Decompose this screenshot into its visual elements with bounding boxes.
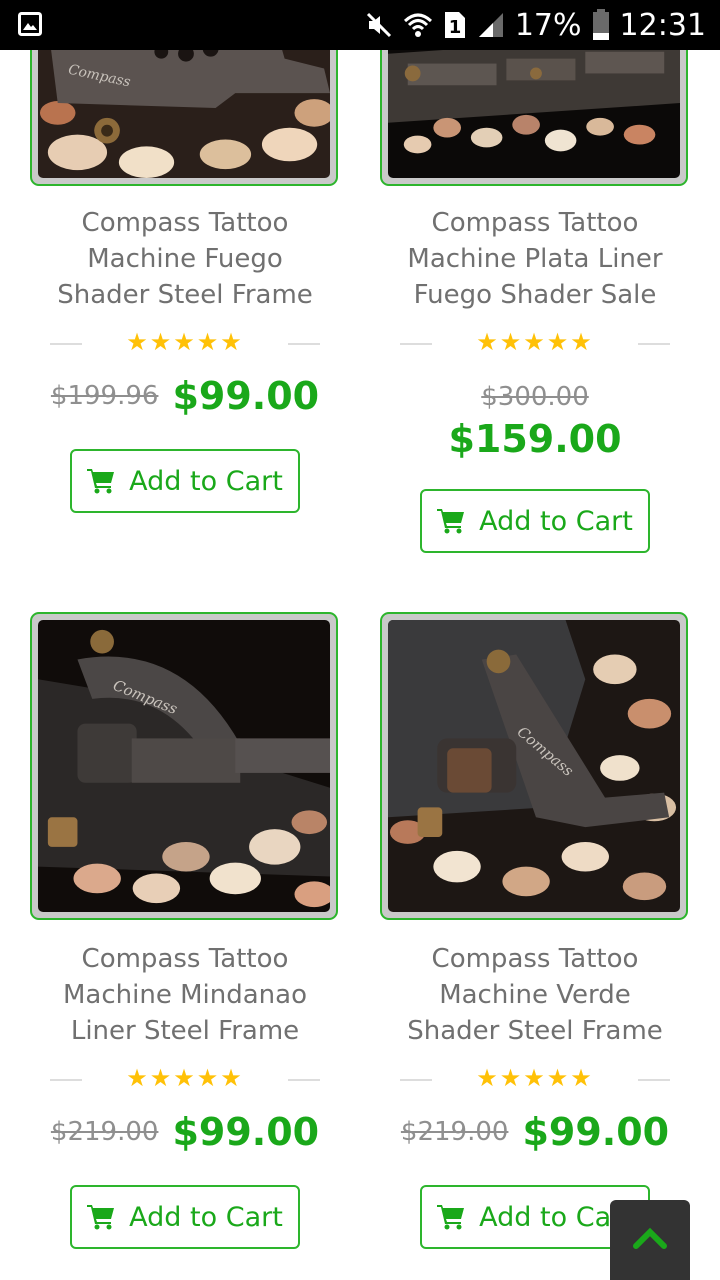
sale-price: $99.00: [522, 1110, 670, 1154]
add-to-cart-label: Add to Cart: [129, 465, 283, 497]
add-to-cart-button[interactable]: Add to Cart: [70, 449, 300, 513]
cart-icon: [87, 1204, 115, 1230]
product-card: Compass Compass Tattoo Machine Mindanao …: [30, 612, 340, 1272]
signal-icon: [477, 11, 505, 39]
star-rating: ★★★★★: [126, 328, 244, 356]
back-to-top-button[interactable]: [610, 1200, 690, 1280]
sim-icon: 1: [443, 10, 467, 40]
add-to-cart-button[interactable]: Add to Cart: [420, 489, 650, 553]
old-price: $199.96: [50, 381, 159, 411]
product-title[interactable]: Compass Tattoo Machine Fuego Shader Stee…: [30, 205, 340, 313]
gallery-icon: [18, 12, 42, 36]
product-card: Compass Compass Tattoo Machine Verde Sha…: [380, 612, 690, 1272]
rating: ★★★★★: [380, 1064, 690, 1094]
divider: [638, 1079, 670, 1081]
clock: 12:31: [619, 7, 706, 43]
product-title[interactable]: Compass Tattoo Machine Plata Liner Fuego…: [380, 205, 690, 313]
old-price: $300.00: [481, 382, 589, 412]
product-card: Compass Compass Tattoo Machine Fuego Sha…: [30, 0, 340, 600]
price: $300.00 $159.00: [380, 378, 690, 462]
product-image[interactable]: Compass: [380, 612, 688, 920]
chevron-up-icon: [633, 1227, 667, 1253]
price: $219.00 $99.00: [30, 1110, 340, 1154]
product-image[interactable]: Compass: [30, 612, 338, 920]
divider: [288, 343, 320, 345]
mute-icon: [365, 11, 393, 39]
star-rating: ★★★★★: [476, 328, 594, 356]
cart-icon: [437, 508, 465, 534]
old-price: $219.00: [400, 1117, 509, 1147]
add-to-cart-button[interactable]: Add to Cart: [70, 1185, 300, 1249]
sale-price: $99.00: [172, 1110, 320, 1154]
status-bar: 1 17% 12:31: [0, 0, 720, 50]
cart-icon: [437, 1204, 465, 1230]
price: $219.00 $99.00: [380, 1110, 690, 1154]
price: $199.96 $99.00: [30, 374, 340, 418]
divider: [288, 1079, 320, 1081]
sim-label: 1: [449, 17, 462, 38]
divider: [638, 343, 670, 345]
rating: ★★★★★: [30, 328, 340, 358]
product-title[interactable]: Compass Tattoo Machine Mindanao Liner St…: [30, 941, 340, 1049]
rating: ★★★★★: [30, 1064, 340, 1094]
battery-icon: [592, 9, 610, 41]
add-to-cart-label: Add to Cart: [129, 1201, 283, 1233]
product-card: Compass Tattoo Machine Plata Liner Fuego…: [380, 0, 690, 600]
sale-price: $99.00: [172, 374, 320, 418]
star-rating: ★★★★★: [476, 1064, 594, 1092]
add-to-cart-label: Add to Cart: [479, 505, 633, 537]
rating: ★★★★★: [380, 328, 690, 358]
product-title[interactable]: Compass Tattoo Machine Verde Shader Stee…: [380, 941, 690, 1049]
star-rating: ★★★★★: [126, 1064, 244, 1092]
battery-percent: 17%: [514, 7, 582, 43]
wifi-icon: [403, 11, 433, 39]
old-price: $219.00: [50, 1117, 159, 1147]
cart-icon: [87, 468, 115, 494]
sale-price: $159.00: [448, 417, 622, 461]
